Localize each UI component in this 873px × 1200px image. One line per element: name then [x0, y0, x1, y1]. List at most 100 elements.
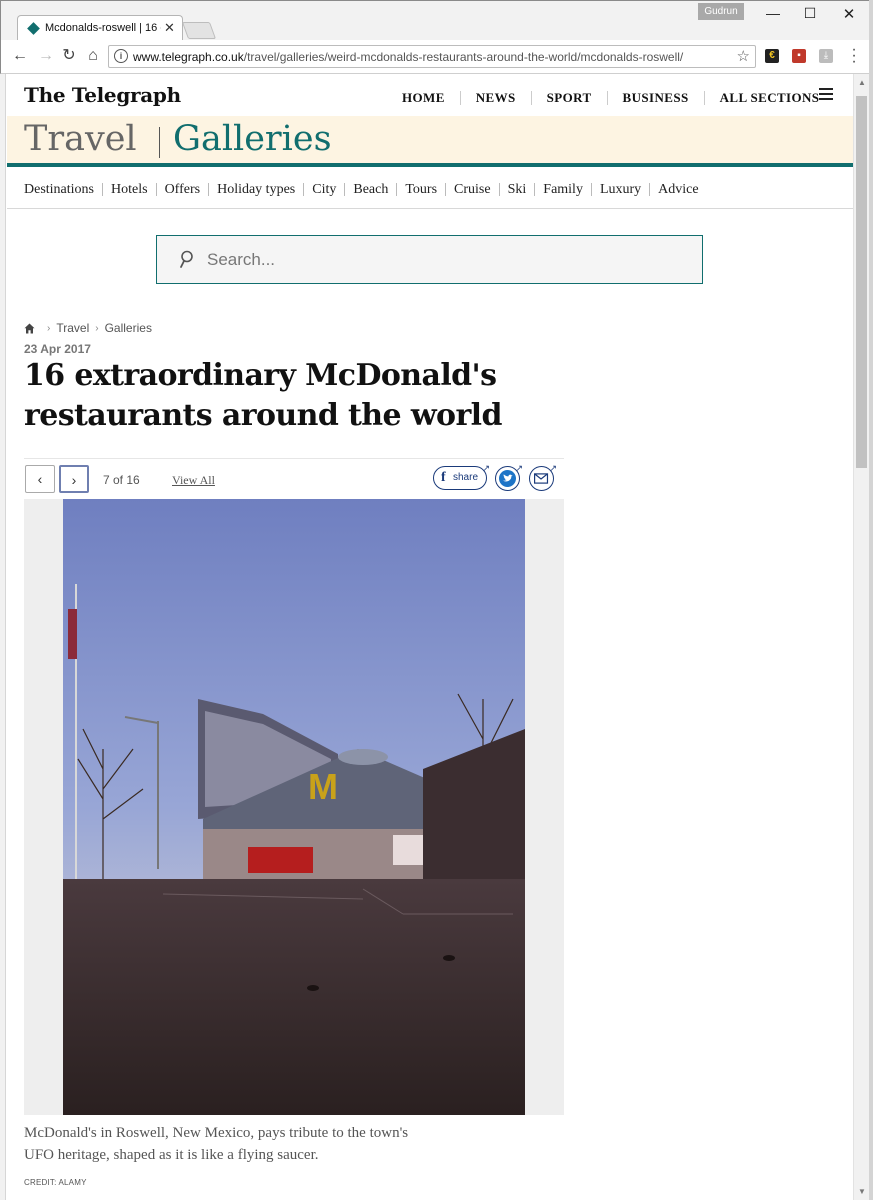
- nav-all-sections[interactable]: ALL SECTIONS: [720, 90, 820, 106]
- view-all-link[interactable]: View All: [172, 473, 215, 488]
- subnav-destinations[interactable]: Destinations: [24, 182, 94, 198]
- subnav-divider: [534, 183, 536, 196]
- external-arrow-icon: ↗: [482, 463, 490, 473]
- subnav-city[interactable]: City: [312, 182, 336, 198]
- subnav-cruise[interactable]: Cruise: [454, 182, 491, 198]
- new-tab-button[interactable]: [181, 22, 217, 39]
- publish-date: 23 Apr 2017: [24, 342, 91, 356]
- image-caption: McDonald's in Roswell, New Mexico, pays …: [24, 1125, 409, 1163]
- url-path: /travel/galleries/weird-mcdonalds-restau…: [243, 50, 684, 64]
- roswell-mcdonalds-photo: M: [63, 499, 525, 1115]
- masthead: The Telegraph HOME NEWS SPORT BUSINESS A…: [7, 74, 853, 116]
- nav-sport[interactable]: SPORT: [547, 90, 592, 106]
- close-window-button[interactable]: ✕: [834, 5, 864, 23]
- subnav-divider: [208, 183, 210, 196]
- share-label: share: [453, 472, 479, 483]
- nav-divider: [606, 91, 608, 105]
- subnav-divider: [396, 183, 398, 196]
- window-left-edge: [0, 74, 6, 1200]
- star-icon[interactable]: ☆: [737, 47, 750, 65]
- svg-text:M: M: [308, 766, 338, 807]
- gallery-image-frame: M: [24, 499, 564, 1115]
- browser-tab[interactable]: Mcdonalds-roswell | 16 e ✕: [17, 15, 183, 41]
- maximize-button[interactable]: ☐: [795, 5, 825, 23]
- gallery-photo[interactable]: M: [63, 499, 525, 1115]
- nav-divider: [530, 91, 532, 105]
- nav-divider: [459, 91, 461, 105]
- back-arrow-icon[interactable]: ←: [10, 46, 30, 66]
- browser-toolbar: ← → ↻ ⌂ i www.telegraph.co.uk/travel/gal…: [0, 40, 873, 74]
- next-slide-button[interactable]: ›: [59, 465, 89, 493]
- address-bar[interactable]: i www.telegraph.co.uk/travel/galleries/w…: [108, 45, 756, 68]
- previous-slide-button[interactable]: ‹: [25, 465, 55, 493]
- extension-e-icon[interactable]: €: [765, 49, 779, 63]
- telegraph-favicon-icon: [27, 22, 40, 35]
- gallery-toolbar: ‹ › 7 of 16 View All f share ↗ ↗ ↗: [24, 458, 564, 496]
- address-url[interactable]: www.telegraph.co.uk/travel/galleries/wei…: [133, 50, 683, 64]
- search-box: [156, 235, 703, 284]
- tab-title: Mcdonalds-roswell | 16 e: [45, 22, 161, 34]
- subnav-beach[interactable]: Beach: [353, 182, 388, 198]
- subnav-divider: [445, 183, 447, 196]
- reload-icon[interactable]: ↻: [59, 46, 79, 66]
- subnav-hotels[interactable]: Hotels: [111, 182, 148, 198]
- nav-divider: [703, 91, 705, 105]
- scrollbar-thumb[interactable]: [856, 96, 867, 468]
- url-host: www.telegraph.co.uk: [133, 50, 244, 64]
- site-info-icon[interactable]: i: [114, 49, 128, 63]
- nav-business[interactable]: BUSINESS: [623, 90, 689, 106]
- breadcrumb-galleries[interactable]: Galleries: [105, 321, 152, 335]
- twitter-share-button[interactable]: ↗: [495, 463, 523, 491]
- nav-news[interactable]: NEWS: [476, 90, 516, 106]
- facebook-share-button[interactable]: f share ↗: [433, 463, 490, 490]
- section-subtitle[interactable]: Galleries: [173, 119, 332, 159]
- top-navigation: HOME NEWS SPORT BUSINESS ALL SECTIONS: [402, 90, 819, 106]
- breadcrumb-travel[interactable]: Travel: [56, 321, 89, 335]
- external-arrow-icon: ↗: [515, 463, 523, 473]
- external-arrow-icon: ↗: [549, 463, 557, 473]
- subnav-family[interactable]: Family: [543, 182, 583, 198]
- home-icon[interactable]: [24, 323, 35, 334]
- subnav-offers[interactable]: Offers: [165, 182, 201, 198]
- subnav-holiday-types[interactable]: Holiday types: [217, 182, 295, 198]
- window-right-edge: [869, 0, 873, 1200]
- article-headline: 16 extraordinary McDonald's restaurants …: [24, 358, 502, 433]
- minimize-button[interactable]: —: [758, 5, 788, 23]
- subnav-divider: [303, 183, 305, 196]
- hamburger-menu-icon[interactable]: [819, 88, 833, 100]
- page-scrollbar[interactable]: ▲ ▼: [853, 74, 869, 1200]
- section-header: Travel Galleries: [7, 116, 853, 167]
- subnav-divider: [102, 183, 103, 196]
- subnav-divider: [649, 183, 651, 196]
- subnav-divider: [344, 183, 346, 196]
- slide-counter: 7 of 16: [103, 473, 140, 487]
- travel-subnav: Destinations Hotels Offers Holiday types…: [7, 171, 853, 209]
- subnav-advice[interactable]: Advice: [658, 182, 698, 198]
- extension-pdf-icon[interactable]: ⤓: [819, 49, 833, 63]
- home-icon[interactable]: ⌂: [83, 46, 103, 66]
- web-page: The Telegraph HOME NEWS SPORT BUSINESS A…: [7, 74, 853, 1200]
- browser-titlebar: Mcdonalds-roswell | 16 e ✕ Gudrun — ☐ ✕: [0, 0, 873, 41]
- extension-red-icon[interactable]: ▪: [792, 49, 806, 63]
- section-divider: [159, 127, 160, 158]
- telegraph-logo[interactable]: The Telegraph: [24, 83, 181, 107]
- subnav-divider: [590, 183, 592, 196]
- scroll-up-icon[interactable]: ▲: [858, 78, 866, 87]
- section-title[interactable]: Travel: [24, 119, 137, 159]
- subnav-divider: [498, 183, 500, 196]
- nav-home[interactable]: HOME: [402, 90, 445, 106]
- subnav-luxury[interactable]: Luxury: [600, 182, 641, 198]
- browser-menu-icon[interactable]: · · ·: [849, 42, 859, 70]
- facebook-icon: f: [441, 470, 446, 485]
- subnav-divider: [155, 183, 157, 196]
- profile-badge[interactable]: Gudrun: [698, 3, 744, 20]
- search-input[interactable]: [207, 248, 677, 272]
- scroll-down-icon[interactable]: ▼: [858, 1187, 866, 1196]
- subnav-ski[interactable]: Ski: [508, 182, 527, 198]
- chevron-right-icon: ›: [47, 322, 51, 334]
- email-share-button[interactable]: ↗: [529, 463, 557, 491]
- tab-close-icon[interactable]: ✕: [164, 20, 175, 36]
- subnav-tours[interactable]: Tours: [405, 182, 437, 198]
- search-icon: [180, 250, 193, 268]
- forward-arrow-icon[interactable]: →: [36, 46, 56, 66]
